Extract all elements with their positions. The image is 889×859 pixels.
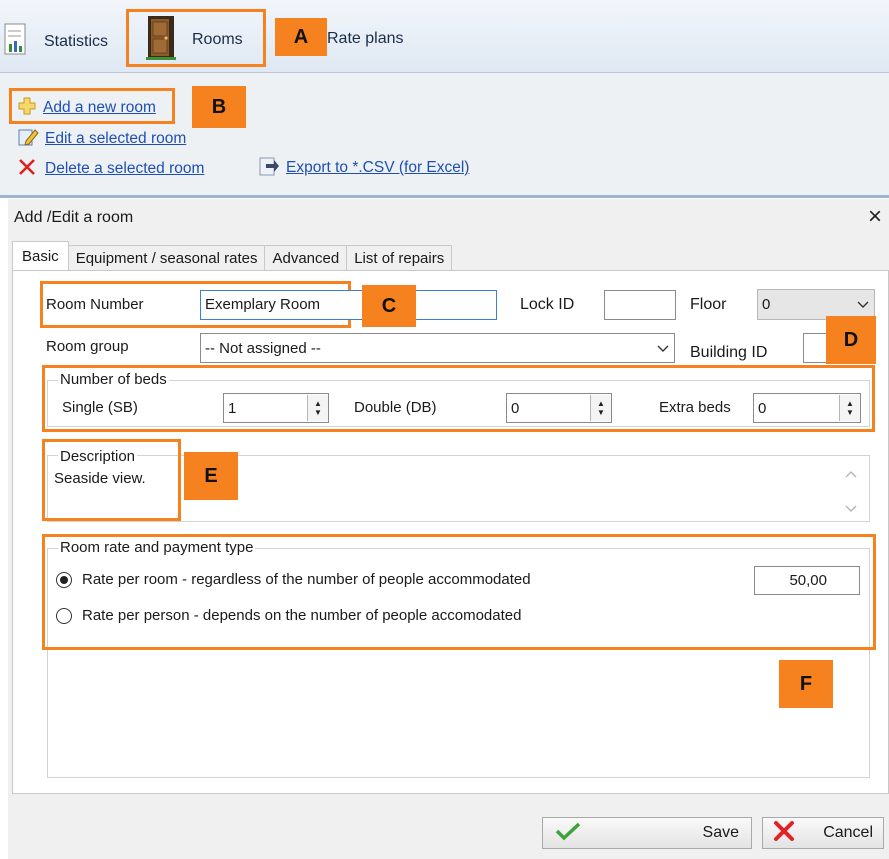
delete-room-link[interactable]: Delete a selected room bbox=[45, 160, 204, 178]
save-button[interactable]: Save bbox=[542, 817, 752, 849]
cancel-x-icon bbox=[773, 820, 795, 847]
double-beds-value: 0 bbox=[511, 399, 520, 417]
description-text[interactable]: Seaside view. bbox=[54, 470, 146, 487]
room-number-field[interactable]: Exemplary Room bbox=[200, 290, 497, 320]
delete-room-action[interactable]: Delete a selected room bbox=[17, 157, 204, 181]
spinner-arrows-icon[interactable]: ▲ ▼ bbox=[307, 395, 328, 421]
room-group-label: Room group bbox=[46, 338, 129, 355]
single-beds-stepper[interactable]: 1 ▲ ▼ bbox=[223, 393, 329, 423]
rate-legend: Room rate and payment type bbox=[58, 539, 256, 556]
rate-per-person-option[interactable]: Rate per person - depends on the number … bbox=[56, 607, 521, 624]
description-legend: Description bbox=[58, 448, 138, 465]
single-beds-value: 1 bbox=[228, 399, 237, 417]
tab-equipment[interactable]: Equipment / seasonal rates bbox=[67, 245, 266, 271]
description-scrollbar[interactable] bbox=[842, 465, 860, 517]
marker-a: A bbox=[275, 18, 327, 56]
export-csv-action[interactable]: Export to *.CSV (for Excel) bbox=[258, 155, 469, 181]
chevron-down-icon bbox=[656, 340, 670, 357]
room-group-select[interactable]: -- Not assigned -- bbox=[200, 333, 675, 363]
scroll-down-icon[interactable] bbox=[845, 500, 857, 517]
marker-e: E bbox=[184, 452, 238, 500]
lock-id-label: Lock ID bbox=[520, 296, 575, 313]
export-csv-link[interactable]: Export to *.CSV (for Excel) bbox=[286, 159, 469, 177]
extra-beds-stepper[interactable]: 0 ▲ ▼ bbox=[753, 393, 861, 423]
room-group-value: -- Not assigned -- bbox=[205, 339, 321, 357]
divider bbox=[0, 195, 889, 198]
spinner-arrows-icon[interactable]: ▲ ▼ bbox=[839, 395, 860, 421]
chevron-down-icon bbox=[856, 296, 870, 313]
statistics-tab[interactable]: Statistics bbox=[4, 22, 108, 61]
spinner-arrows-icon[interactable]: ▲ ▼ bbox=[590, 395, 611, 421]
tab-repairs[interactable]: List of repairs bbox=[346, 245, 453, 271]
edit-room-action[interactable]: Edit a selected room bbox=[17, 127, 186, 151]
tab-basic[interactable]: Basic bbox=[12, 241, 69, 271]
rate-per-room-label: Rate per room - regardless of the number… bbox=[82, 571, 531, 588]
edit-icon bbox=[17, 127, 39, 151]
tab-advanced[interactable]: Advanced bbox=[264, 245, 348, 271]
delete-x-icon bbox=[17, 157, 37, 181]
dialog-tabs: Basic Equipment / seasonal rates Advance… bbox=[12, 241, 453, 271]
cancel-button[interactable]: Cancel bbox=[762, 817, 884, 849]
marker-f: F bbox=[779, 660, 833, 708]
rate-per-person-radio[interactable] bbox=[56, 607, 72, 624]
extra-beds-label: Extra beds bbox=[659, 399, 731, 416]
door-icon bbox=[146, 14, 176, 65]
cancel-label: Cancel bbox=[823, 824, 873, 841]
save-label: Save bbox=[702, 824, 739, 841]
statistics-icon bbox=[4, 22, 28, 61]
close-icon[interactable]: × bbox=[868, 203, 882, 231]
marker-d: D bbox=[826, 316, 876, 364]
rooms-label: Rooms bbox=[192, 30, 243, 48]
rate-per-room-option[interactable]: Rate per room - regardless of the number… bbox=[56, 571, 531, 588]
edit-room-link[interactable]: Edit a selected room bbox=[45, 130, 186, 148]
marker-b: B bbox=[192, 86, 246, 128]
plus-icon bbox=[17, 96, 37, 120]
building-id-label: Building ID bbox=[690, 344, 768, 361]
beds-group bbox=[47, 380, 870, 427]
extra-beds-value: 0 bbox=[758, 399, 767, 417]
scroll-up-icon[interactable] bbox=[845, 465, 857, 482]
dialog-title: Add /Edit a room bbox=[14, 209, 134, 226]
floor-value: 0 bbox=[762, 296, 771, 313]
double-beds-label: Double (DB) bbox=[354, 399, 437, 416]
marker-c: C bbox=[362, 285, 416, 327]
beds-legend: Number of beds bbox=[58, 371, 169, 388]
rate-price-field[interactable]: 50,00 bbox=[754, 566, 860, 595]
floor-label: Floor bbox=[690, 296, 727, 313]
checkmark-icon bbox=[555, 821, 581, 846]
statistics-label: Statistics bbox=[44, 32, 109, 50]
export-icon bbox=[258, 155, 280, 181]
rooms-tab[interactable]: Rooms bbox=[146, 14, 243, 65]
add-room-link[interactable]: Add a new room bbox=[43, 99, 156, 117]
single-beds-label: Single (SB) bbox=[62, 399, 138, 416]
rate-plans-tab[interactable]: Rate plans bbox=[327, 30, 404, 48]
add-room-action[interactable]: Add a new room bbox=[17, 96, 156, 120]
lock-id-field[interactable] bbox=[604, 290, 676, 320]
room-number-label: Room Number bbox=[46, 296, 144, 313]
rate-plans-label: Rate plans bbox=[327, 30, 404, 47]
double-beds-stepper[interactable]: 0 ▲ ▼ bbox=[506, 393, 612, 423]
rate-per-room-radio[interactable] bbox=[56, 571, 72, 588]
rate-per-person-label: Rate per person - depends on the number … bbox=[82, 607, 522, 624]
